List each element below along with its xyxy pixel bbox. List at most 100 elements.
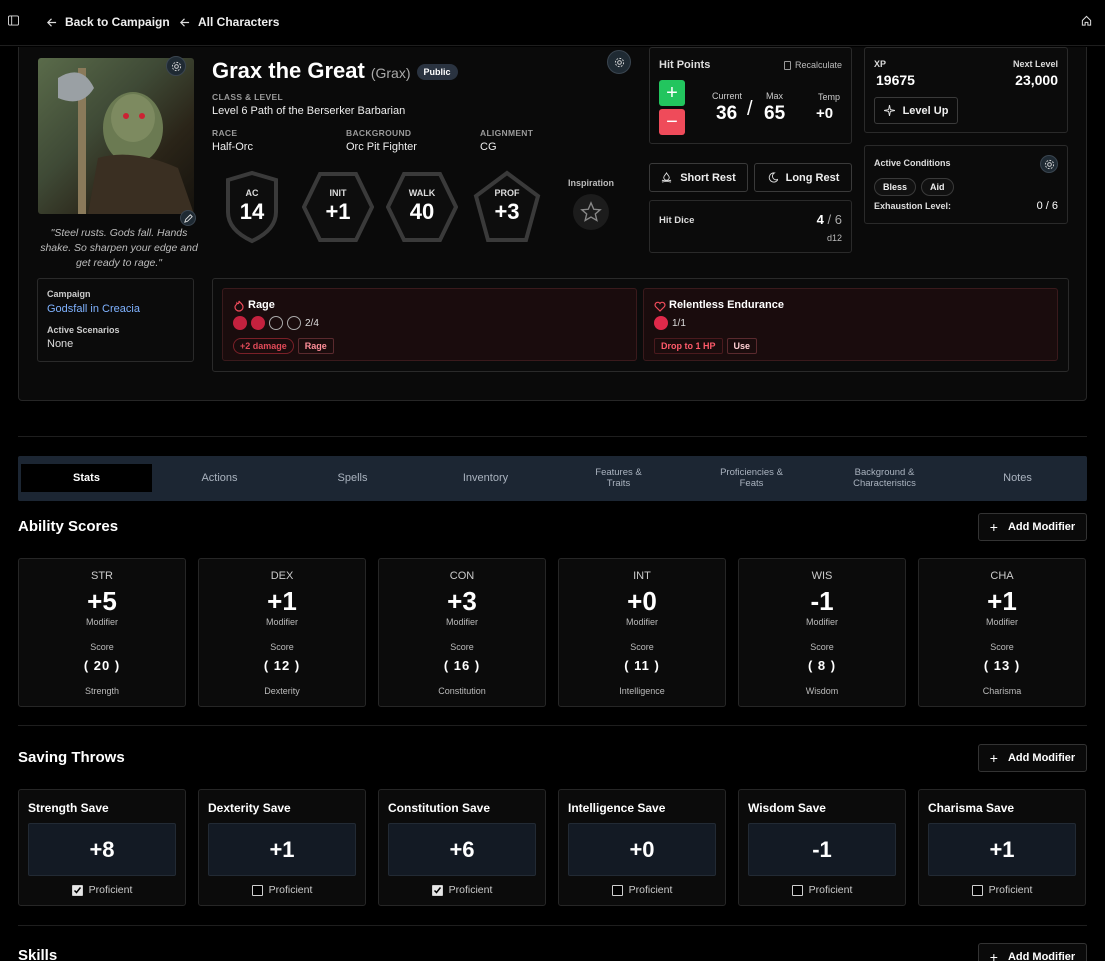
character-alias: (Grax) (370, 65, 411, 81)
hit-dice-current[interactable]: 4 (817, 212, 824, 227)
home-icon[interactable] (1081, 15, 1092, 26)
proficient-checkbox[interactable] (71, 884, 83, 896)
xp-value[interactable]: 19675 (876, 72, 915, 88)
hp-max: 65 (764, 103, 786, 124)
endurance-use-dot[interactable] (654, 316, 668, 330)
hp-decrease-button[interactable]: − (659, 109, 685, 135)
divider (18, 436, 1087, 437)
recalculate-button[interactable]: Recalculate (783, 60, 842, 70)
save-value[interactable]: +0 (568, 823, 716, 876)
level-up-button[interactable]: Level Up (874, 97, 958, 124)
walk-speed-hex[interactable]: WALK 40 (386, 170, 458, 242)
tab-background[interactable]: Background & Characteristics (819, 464, 950, 492)
long-rest-button[interactable]: Long Rest (754, 163, 852, 192)
tab-notes[interactable]: Notes (952, 464, 1083, 492)
proficient-checkbox[interactable] (791, 884, 803, 896)
inspiration-star-icon[interactable] (573, 194, 609, 230)
short-rest-button[interactable]: Short Rest (649, 163, 748, 192)
save-card-wisdom: Wisdom Save -1 Proficient (738, 789, 906, 906)
hp-current[interactable]: 36 (716, 103, 737, 125)
proficient-checkbox[interactable] (251, 884, 263, 896)
save-card-strength: Strength Save +8 Proficient (18, 789, 186, 906)
relentless-endurance-resource: Relentless Endurance 1/1 Drop to 1 HP Use (643, 288, 1058, 361)
rage-resource: Rage 2/4 +2 damage Rage (222, 288, 637, 361)
campfire-icon (662, 172, 672, 183)
character-name: Grax the Great (212, 58, 365, 83)
save-value[interactable]: +1 (208, 823, 356, 876)
endurance-uses: 1/1 (654, 316, 686, 330)
rage-use-dot[interactable] (251, 316, 265, 330)
ability-card-int[interactable]: INT +0 Modifier Score( 11 ) Intelligence (558, 558, 726, 707)
character-portrait (38, 58, 194, 214)
divider (18, 925, 1087, 926)
ability-card-dex[interactable]: DEX +1 Modifier Score( 12 ) Dexterity (198, 558, 366, 707)
moon-icon (768, 172, 778, 183)
save-value[interactable]: -1 (748, 823, 896, 876)
add-skill-modifier-button[interactable]: + Add Modifier (978, 943, 1087, 961)
hit-dice-panel: Hit Dice 4 / 6 d12 (649, 200, 852, 253)
save-value[interactable]: +1 (928, 823, 1076, 876)
add-save-modifier-button[interactable]: + Add Modifier (978, 744, 1087, 772)
ability-card-wis[interactable]: WIS -1 Modifier Score( 8 ) Wisdom (738, 558, 906, 707)
tab-inventory[interactable]: Inventory (420, 464, 551, 492)
rage-use-dot[interactable] (269, 316, 283, 330)
skills-title: Skills (18, 947, 58, 961)
proficient-checkbox[interactable] (971, 884, 983, 896)
sparkle-icon (883, 105, 895, 116)
armor-class-shield[interactable]: AC 14 (222, 170, 282, 244)
ability-card-str[interactable]: STR +5 Modifier Score( 20 ) Strength (18, 558, 186, 707)
exhaustion-level[interactable]: 0 / 6 (1037, 200, 1058, 212)
tab-actions[interactable]: Actions (154, 464, 285, 492)
inspiration: Inspiration (567, 178, 615, 230)
background-field: BACKGROUND Orc Pit Fighter (346, 128, 417, 153)
add-ability-modifier-button[interactable]: + Add Modifier (978, 513, 1087, 541)
heart-icon (654, 301, 666, 312)
conditions-settings-icon[interactable] (1040, 155, 1058, 173)
race-field: RACE Half-Orc (212, 128, 253, 153)
arrow-left-icon (46, 17, 57, 27)
back-to-campaign-link[interactable]: Back to Campaign (46, 15, 170, 29)
plus-icon: + (989, 750, 998, 766)
visibility-badge[interactable]: Public (416, 64, 458, 80)
xp-panel: XP 19675 Next Level 23,000 Level Up (864, 47, 1068, 133)
tab-features-traits[interactable]: Features & Traits (553, 464, 684, 492)
condition-bless[interactable]: Bless (874, 178, 917, 196)
character-name-row: Grax the Great (Grax) Public (212, 58, 458, 84)
tab-spells[interactable]: Spells (287, 464, 418, 492)
portrait-settings-icon[interactable] (166, 56, 186, 76)
save-value[interactable]: +6 (388, 823, 536, 876)
conditions-panel: Active Conditions Bless Aid Exhaustion Le… (864, 145, 1068, 224)
ability-card-con[interactable]: CON +3 Modifier Score( 16 ) Constitution (378, 558, 546, 707)
proficient-checkbox[interactable] (611, 884, 623, 896)
save-card-dexterity: Dexterity Save +1 Proficient (198, 789, 366, 906)
hit-points-panel: Hit Points Recalculate + − Current 36 / … (649, 47, 852, 144)
sidebar-toggle-icon[interactable] (8, 15, 19, 26)
divider (18, 725, 1087, 726)
proficient-checkbox[interactable] (431, 884, 443, 896)
tab-stats[interactable]: Stats (21, 464, 152, 492)
ability-card-cha[interactable]: CHA +1 Modifier Score( 13 ) Charisma (918, 558, 1086, 707)
proficiency-pentagon[interactable]: PROF +3 (473, 170, 541, 242)
tab-bar: Stats Actions Spells Inventory Features … (18, 456, 1087, 501)
endurance-use-button[interactable]: Use (726, 338, 758, 354)
rage-use-dot[interactable] (287, 316, 301, 330)
initiative-hex[interactable]: INIT +1 (302, 170, 374, 242)
tab-proficiencies-feats[interactable]: Proficiencies & Feats (686, 464, 817, 492)
character-settings-icon[interactable] (607, 50, 631, 74)
plus-icon: + (989, 949, 998, 961)
hp-increase-button[interactable]: + (659, 80, 685, 106)
hp-temp[interactable]: +0 (816, 105, 833, 122)
rage-use-dot[interactable] (233, 316, 247, 330)
all-characters-link[interactable]: All Characters (179, 15, 279, 29)
character-quote: "Steel rusts. Gods fall. Hands shake. So… (40, 227, 198, 269)
condition-aid[interactable]: Aid (921, 178, 954, 196)
flame-icon (234, 300, 244, 312)
save-value[interactable]: +8 (28, 823, 176, 876)
rage-activate-button[interactable]: Rage (297, 338, 334, 354)
condition-pills: Bless Aid (874, 177, 959, 196)
save-card-intelligence: Intelligence Save +0 Proficient (558, 789, 726, 906)
edit-quote-pencil-icon[interactable] (180, 210, 196, 226)
plus-icon: + (989, 519, 998, 535)
campaign-link[interactable]: Godsfall in Creacia (47, 303, 140, 315)
calculator-icon (783, 60, 791, 70)
